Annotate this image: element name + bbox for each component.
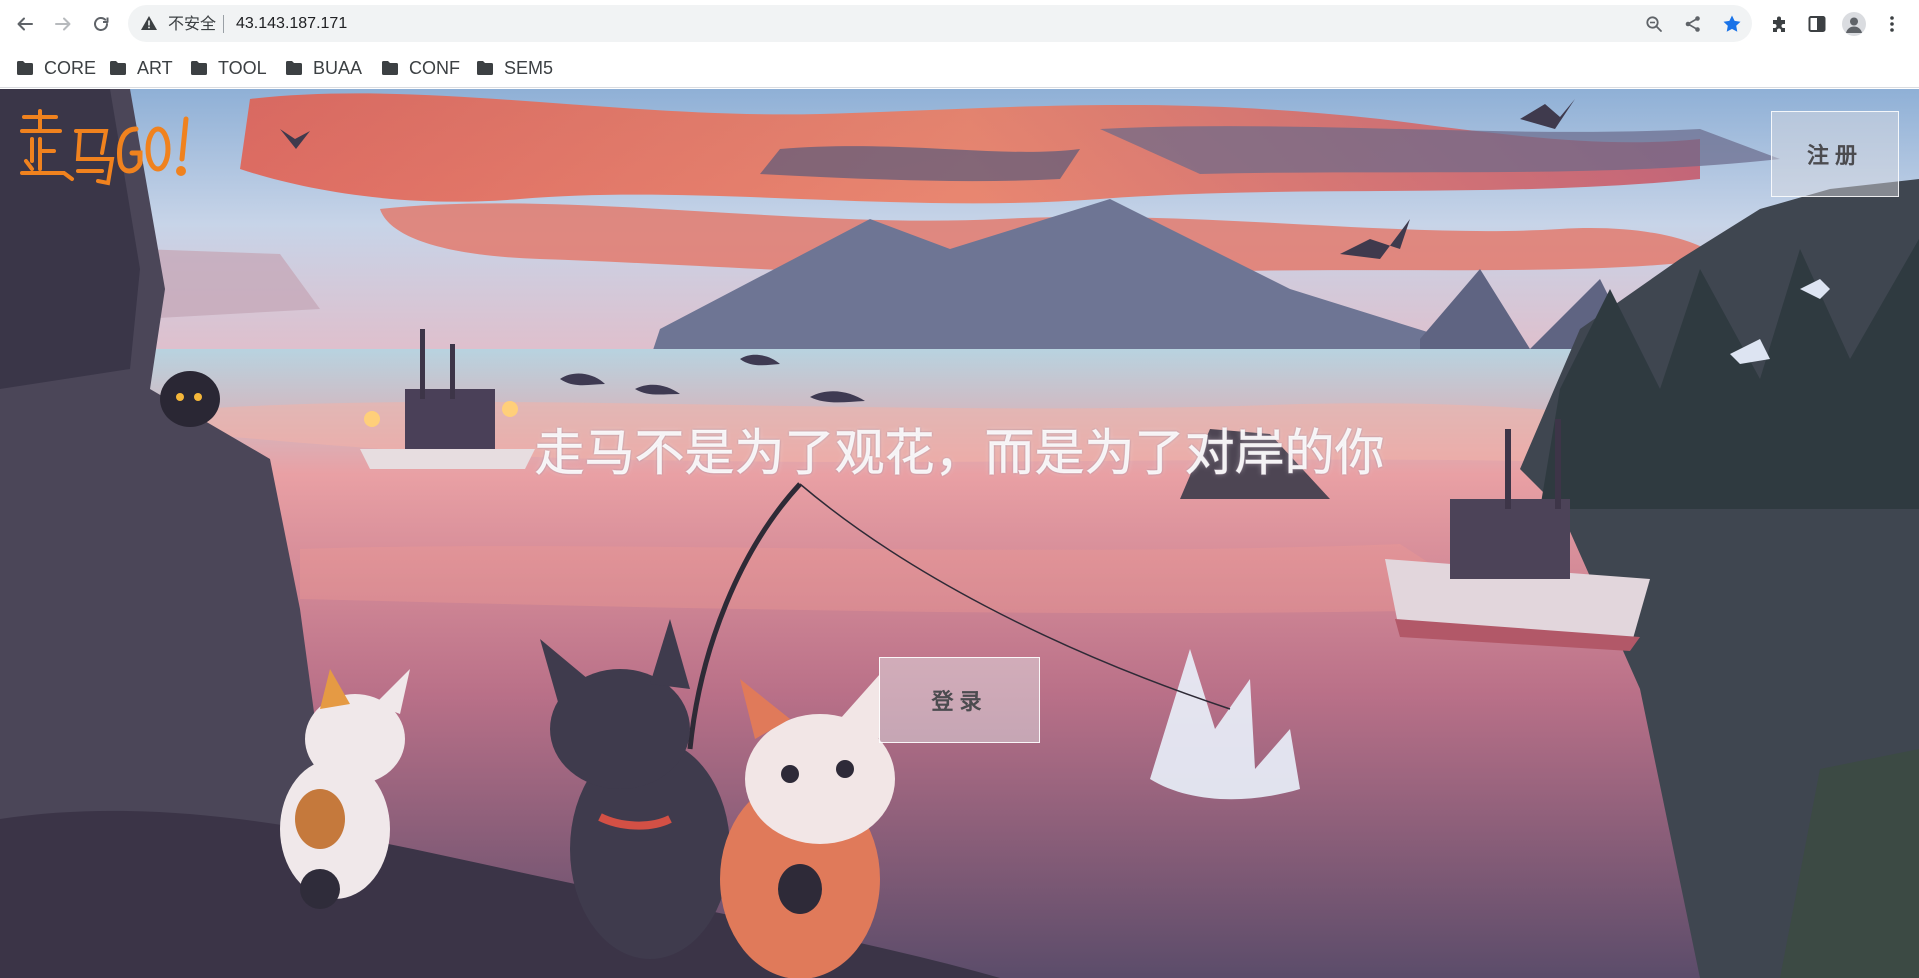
share-icon[interactable] (1683, 14, 1703, 34)
side-panel-icon[interactable] (1805, 12, 1829, 36)
slogan-headline: 走马不是为了观花，而是为了对岸的你 (0, 424, 1919, 572)
security-label[interactable]: 不安全 (168, 14, 216, 33)
browser-toolbar: 不安全 43.143.187.171 (0, 0, 1919, 48)
kebab-menu-icon[interactable] (1880, 12, 1904, 36)
bookmark-folder-buaa[interactable]: BUAA (285, 56, 362, 80)
bookmark-label: ART (137, 57, 173, 78)
folder-icon (477, 61, 493, 75)
slogan-text: 走马不是为了观花，而是为了对岸的你 (534, 424, 1385, 483)
zoom-icon[interactable] (1644, 14, 1664, 34)
bookmark-folder-tool[interactable]: TOOL (190, 56, 267, 80)
login-button[interactable]: 登录 (879, 657, 1040, 743)
register-button[interactable]: 注册 (1771, 111, 1899, 197)
bookmark-label: CORE (44, 57, 97, 78)
bookmark-folder-sem5[interactable]: SEM5 (476, 56, 553, 80)
bookmark-folder-core[interactable]: CORE (16, 56, 96, 80)
address-bar[interactable]: 不安全 43.143.187.171 (128, 5, 1752, 42)
bookmark-label: BUAA (313, 57, 363, 78)
avatar-icon[interactable] (1842, 12, 1866, 36)
bookmark-label: CONF (409, 57, 460, 78)
folder-icon (382, 61, 398, 75)
url-text[interactable]: 43.143.187.171 (236, 14, 347, 33)
forward-arrow-icon[interactable] (50, 11, 76, 37)
site-logo[interactable] (18, 109, 198, 191)
landing-page: 注册 走马不是为了观花，而是为了对岸的你 登录 (0, 89, 1919, 978)
reload-icon[interactable] (88, 11, 114, 37)
bookmark-label: SEM5 (504, 57, 554, 78)
warning-icon[interactable] (140, 14, 158, 36)
back-arrow-icon[interactable] (12, 11, 38, 37)
bookmark-folder-conf[interactable]: CONF (381, 56, 460, 80)
bookmarks-bar: CORE ART TOOL BUAA CONF SEM5 (0, 48, 1919, 88)
folder-icon (110, 61, 126, 75)
folder-icon (17, 61, 33, 75)
star-icon[interactable] (1722, 14, 1742, 34)
omnibox-divider (223, 15, 224, 33)
bookmark-label: TOOL (218, 57, 267, 78)
folder-icon (191, 61, 207, 75)
folder-icon (286, 61, 302, 75)
puzzle-icon[interactable] (1768, 12, 1792, 36)
bookmark-folder-art[interactable]: ART (109, 56, 173, 80)
